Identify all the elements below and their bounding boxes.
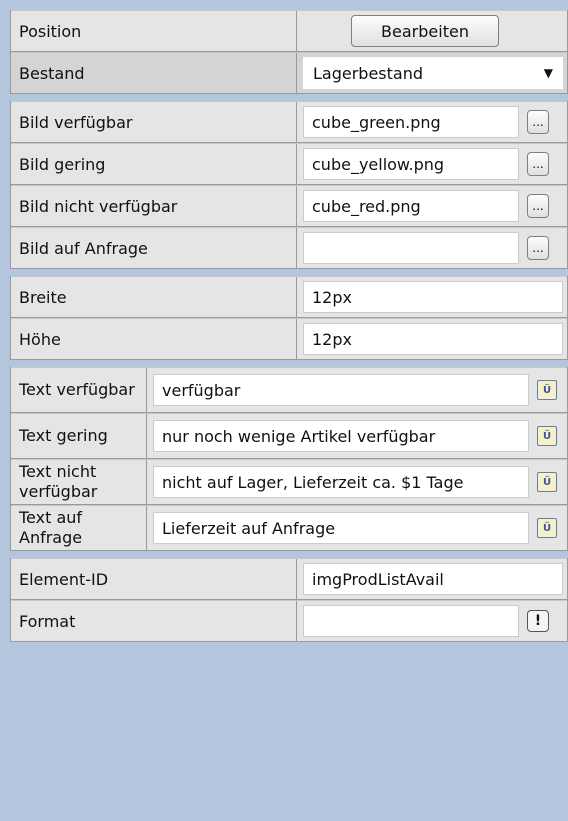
element-id-label: Element-ID [11, 559, 297, 599]
row-text-low: Text gering nur noch wenige Artikel verf… [11, 413, 567, 459]
dictionary-icon[interactable]: Ü [537, 426, 557, 446]
row-text-available: Text verfügbar verfügbar Ü [11, 367, 567, 413]
text-unavailable-label: Text nicht verfügbar [11, 460, 147, 504]
image-low-field[interactable]: cube_yellow.png [303, 148, 519, 180]
text-unavailable-field[interactable]: nicht auf Lager, Lieferzeit ca. $1 Tage [153, 466, 529, 498]
width-label: Breite [11, 277, 297, 317]
text-low-field[interactable]: nur noch wenige Artikel verfügbar [153, 420, 529, 452]
row-element-id: Element-ID imgProdListAvail [11, 558, 567, 600]
text-on-request-field[interactable]: Lieferzeit auf Anfrage [153, 512, 529, 544]
row-height: Höhe 12px [11, 318, 567, 360]
row-format: Format ! [11, 600, 567, 642]
section-size: Breite 12px Höhe 12px [10, 276, 568, 360]
text-low-label: Text gering [11, 414, 147, 458]
row-image-available: Bild verfügbar cube_green.png ... [11, 101, 567, 143]
text-available-label: Text verfügbar [11, 368, 147, 412]
height-field[interactable]: 12px [303, 323, 563, 355]
width-field[interactable]: 12px [303, 281, 563, 313]
browse-image-low-button[interactable]: ... [527, 152, 549, 176]
section-element: Element-ID imgProdListAvail Format ! [10, 558, 568, 642]
bestand-label: Bestand [11, 53, 297, 93]
format-field[interactable] [303, 605, 519, 637]
section-images: Bild verfügbar cube_green.png ... Bild g… [10, 101, 568, 269]
bestand-select-value: Lagerbestand [313, 63, 424, 83]
position-label: Position [11, 11, 297, 51]
chevron-down-icon: ▼ [543, 66, 553, 80]
image-on-request-field[interactable] [303, 232, 519, 264]
row-text-on-request: Text auf Anfrage Lieferzeit auf Anfrage … [11, 505, 567, 551]
row-image-on-request: Bild auf Anfrage ... [11, 227, 567, 269]
row-bestand: Bestand Lagerbestand ▼ [11, 52, 567, 94]
text-available-field[interactable]: verfügbar [153, 374, 529, 406]
dictionary-icon[interactable]: Ü [537, 472, 557, 492]
row-image-low: Bild gering cube_yellow.png ... [11, 143, 567, 185]
bestand-select[interactable]: Lagerbestand ▼ [303, 57, 563, 89]
row-width: Breite 12px [11, 276, 567, 318]
height-label: Höhe [11, 319, 297, 359]
browse-image-on-request-button[interactable]: ... [527, 236, 549, 260]
row-text-unavailable: Text nicht verfügbar nicht auf Lager, Li… [11, 459, 567, 505]
properties-panel: Position Bearbeiten Bestand Lagerbestand… [0, 0, 568, 821]
row-image-unavailable: Bild nicht verfügbar cube_red.png ... [11, 185, 567, 227]
dictionary-icon[interactable]: Ü [537, 380, 557, 400]
image-available-field[interactable]: cube_green.png [303, 106, 519, 138]
dictionary-icon[interactable]: Ü [537, 518, 557, 538]
section-texts: Text verfügbar verfügbar Ü Text gering n… [10, 367, 568, 551]
section-position: Position Bearbeiten Bestand Lagerbestand… [10, 10, 568, 94]
browse-image-unavailable-button[interactable]: ... [527, 194, 549, 218]
format-label: Format [11, 601, 297, 641]
text-on-request-label: Text auf Anfrage [11, 506, 147, 550]
image-available-label: Bild verfügbar [11, 102, 297, 142]
row-position: Position Bearbeiten [11, 10, 567, 52]
format-help-button[interactable]: ! [527, 610, 549, 632]
browse-image-available-button[interactable]: ... [527, 110, 549, 134]
image-low-label: Bild gering [11, 144, 297, 184]
element-id-field[interactable]: imgProdListAvail [303, 563, 563, 595]
image-unavailable-label: Bild nicht verfügbar [11, 186, 297, 226]
edit-button[interactable]: Bearbeiten [351, 15, 499, 47]
image-on-request-label: Bild auf Anfrage [11, 228, 297, 268]
image-unavailable-field[interactable]: cube_red.png [303, 190, 519, 222]
